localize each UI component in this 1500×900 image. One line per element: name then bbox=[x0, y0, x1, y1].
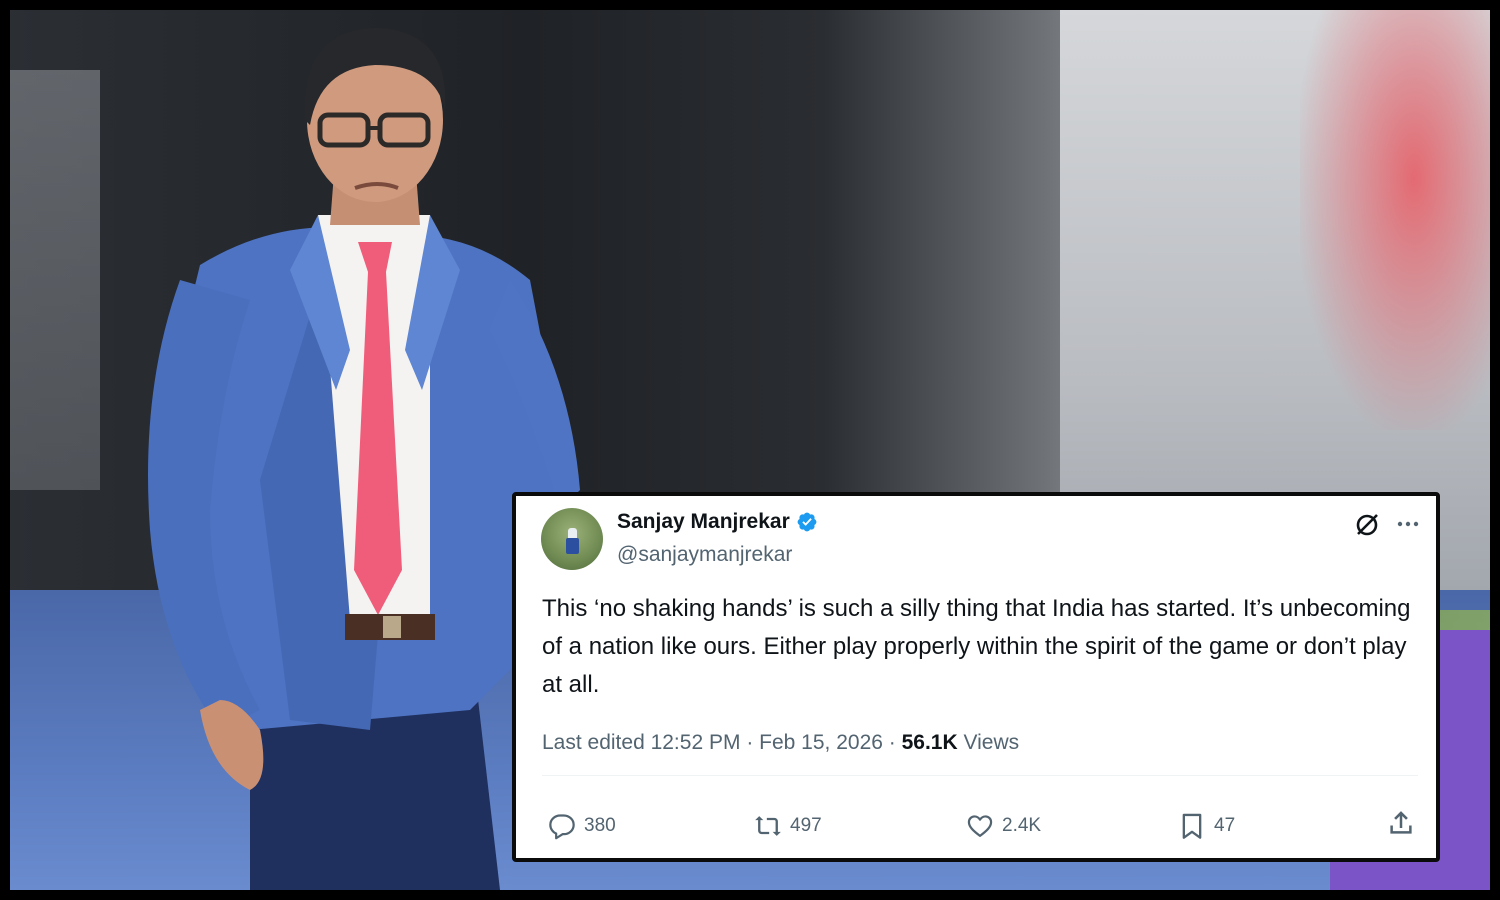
tweet-date[interactable]: Feb 15, 2026 bbox=[759, 731, 883, 754]
meta-separator: · bbox=[746, 731, 754, 754]
views-count: 56.1K bbox=[901, 731, 958, 754]
bookmark-button[interactable]: 47 bbox=[1178, 812, 1235, 840]
reply-button[interactable]: 380 bbox=[548, 812, 616, 840]
grok-icon[interactable] bbox=[1354, 512, 1380, 538]
tweet-text: This ‘no shaking hands’ is such a silly … bbox=[542, 595, 1411, 698]
bookmark-icon bbox=[1182, 813, 1202, 839]
repost-count: 497 bbox=[790, 815, 822, 836]
background-red-blur bbox=[1300, 10, 1490, 430]
meta-separator: · bbox=[888, 731, 896, 754]
tweet-card: Sanjay Manjrekar @sanjaymanjrekar This ‘… bbox=[512, 492, 1440, 862]
background-light bbox=[10, 70, 100, 490]
like-count: 2.4K bbox=[1002, 815, 1042, 836]
author-handle[interactable]: @sanjaymanjrekar bbox=[617, 543, 792, 567]
heart-icon bbox=[967, 815, 993, 838]
divider bbox=[542, 775, 1418, 776]
edited-label[interactable]: Last edited 12:52 PM bbox=[542, 731, 740, 754]
views-label: Views bbox=[963, 731, 1020, 754]
share-icon[interactable] bbox=[1386, 808, 1416, 838]
author-name[interactable]: Sanjay Manjrekar bbox=[617, 510, 790, 534]
tweet-meta: Last edited 12:52 PM · Feb 15, 2026 · 56… bbox=[542, 731, 1019, 755]
like-button[interactable]: 2.4K bbox=[966, 812, 1041, 840]
verified-badge-icon bbox=[797, 512, 817, 532]
bookmark-count: 47 bbox=[1214, 815, 1236, 836]
reply-icon bbox=[549, 814, 575, 840]
author-row: Sanjay Manjrekar bbox=[617, 510, 818, 534]
avatar[interactable] bbox=[541, 508, 603, 570]
repost-icon bbox=[755, 816, 781, 836]
more-icon[interactable] bbox=[1396, 514, 1420, 534]
repost-button[interactable]: 497 bbox=[754, 812, 822, 840]
reply-count: 380 bbox=[584, 815, 616, 836]
